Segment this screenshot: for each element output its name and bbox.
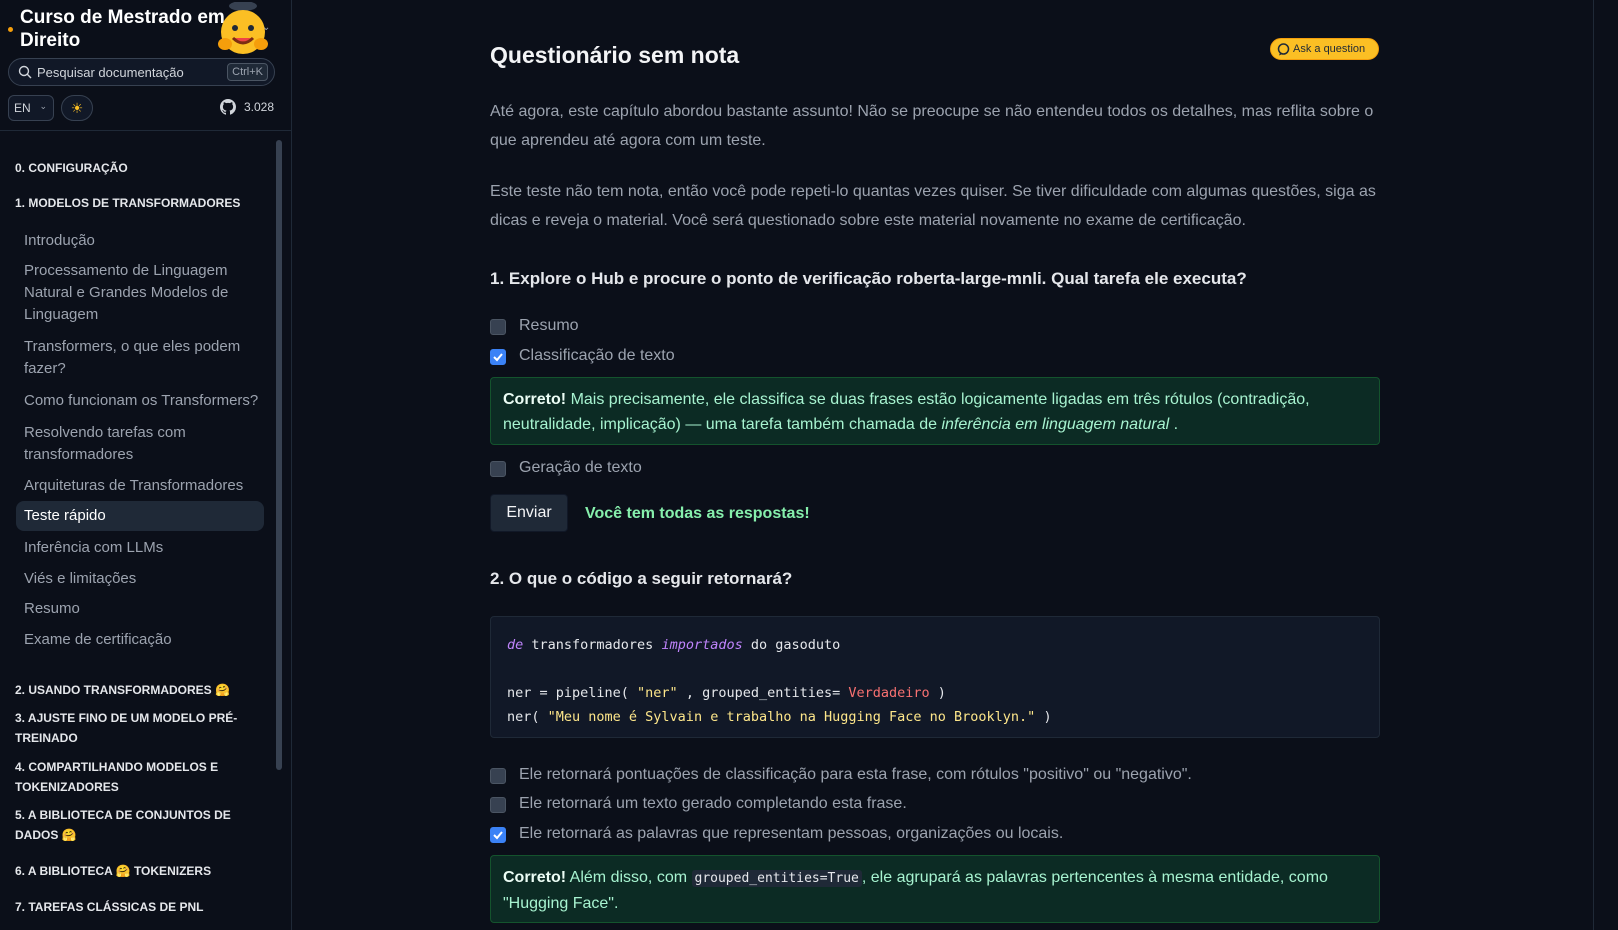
option-label: Ele retornará um texto gerado completand… xyxy=(519,795,907,812)
sidebar-item-exame[interactable]: Exame de certificação xyxy=(24,629,259,651)
sidebar-section-6[interactable]: 6. A BIBLIOTECA 🤗 TOKENIZERS xyxy=(15,861,260,881)
search-shortcut: Ctrl+K xyxy=(227,63,268,81)
q1-feedback-correct: Correto! Mais precisamente, ele classifi… xyxy=(490,377,1380,445)
feedback-label: Correto! xyxy=(503,391,567,408)
submit-button[interactable]: Enviar xyxy=(490,494,568,532)
sidebar-item-nlp-llm[interactable]: Processamento de Linguagem Natural e Gra… xyxy=(24,260,259,326)
sidebar-item-inferencia[interactable]: Inferência com LLMs xyxy=(24,537,259,559)
page-scrollbar[interactable] xyxy=(1593,0,1594,930)
sidebar-section-7[interactable]: 7. TAREFAS CLÁSSICAS DE PNL xyxy=(15,897,260,917)
divider xyxy=(0,130,292,131)
option-label: Ele retornará pontuações de classificaçã… xyxy=(519,766,1192,783)
question-1: 1. Explore o Hub e procure o ponto de ve… xyxy=(490,269,1247,288)
result-message: Você tem todas as respostas! xyxy=(585,505,810,522)
search-icon xyxy=(18,65,32,79)
sidebar-item-introducao[interactable]: Introdução xyxy=(24,230,259,252)
sidebar-item-transformers-o-que[interactable]: Transformers, o que eles podem fazer? xyxy=(24,336,259,380)
page-title: Questionário sem nota xyxy=(490,42,740,68)
github-icon[interactable] xyxy=(220,99,236,115)
code-block: de transformadores importados do gasodut… xyxy=(490,616,1380,738)
sidebar-section-5[interactable]: 5. A BIBLIOTECA DE CONJUNTOS DE DADOS 🤗 xyxy=(15,805,260,845)
sidebar: Curso de Mestrado em Direito ⌄ Pesquisar… xyxy=(0,0,292,930)
sidebar-item-vies[interactable]: Viés e limitações xyxy=(24,568,259,590)
q2-option-1[interactable]: Ele retornará pontuações de classificaçã… xyxy=(490,766,1380,788)
sidebar-item-arquiteturas[interactable]: Arquiteturas de Transformadores xyxy=(24,475,259,497)
feedback-code: grouped_entities=True xyxy=(691,870,862,887)
feedback-end: . xyxy=(1173,416,1179,433)
intro-paragraph-1: Até agora, este capítulo abordou bastant… xyxy=(490,103,1374,149)
chevron-down-icon: ⌄ xyxy=(39,101,47,111)
code-text: ) xyxy=(929,685,946,701)
brand-title[interactable]: Curso de Mestrado em Direito xyxy=(20,6,225,52)
code-string: "Meu nome é Sylvain e trabalho na Huggin… xyxy=(547,709,1036,725)
sidebar-scrollbar[interactable] xyxy=(276,140,282,770)
feedback-emphasis: inferência em linguagem natural xyxy=(941,416,1170,433)
sidebar-section-0[interactable]: 0. CONFIGURAÇÃO xyxy=(15,158,260,178)
code-text: transformadores xyxy=(523,637,662,653)
sidebar-item-resolvendo-tarefas[interactable]: Resolvendo tarefas com transformadores xyxy=(24,422,259,466)
q2-option-3[interactable]: Ele retornará as palavras que representa… xyxy=(490,825,1380,847)
code-keyword: importados xyxy=(661,637,743,653)
option-label: Ele retornará as palavras que representa… xyxy=(519,825,1064,842)
q2-feedback-correct: Correto! Além disso, com grouped_entitie… xyxy=(490,855,1380,923)
checkbox[interactable] xyxy=(490,319,506,335)
language-label: EN xyxy=(14,101,31,115)
code-boolean: Verdadeiro xyxy=(848,685,930,701)
sidebar-item-como-funcionam[interactable]: Como funcionam os Transformers? xyxy=(24,390,259,412)
theme-toggle-sun-icon[interactable]: ☀ xyxy=(61,95,93,121)
q1-option-1[interactable]: Resumo xyxy=(490,317,1380,339)
code-text: do gasoduto xyxy=(742,637,841,653)
option-label: Resumo xyxy=(519,317,579,334)
q1-option-3[interactable]: Geração de texto xyxy=(490,459,1380,481)
feedback-text: Mais precisamente, ele classifica se dua… xyxy=(503,391,1310,433)
chat-bubble-icon xyxy=(1277,43,1290,56)
search-input[interactable]: Pesquisar documentação Ctrl+K xyxy=(8,58,275,86)
language-select[interactable]: EN ⌄ xyxy=(8,95,54,121)
github-star-count: 3.028 xyxy=(244,100,275,114)
sidebar-section-4[interactable]: 4. COMPARTILHANDO MODELOS E TOKENIZADORE… xyxy=(15,757,260,797)
intro-paragraph-2: Este teste não tem nota, então você pode… xyxy=(490,183,1376,229)
brand[interactable]: Curso de Mestrado em Direito ⌄ xyxy=(8,1,280,54)
code-text: ner = pipeline( xyxy=(507,685,638,701)
code-keyword: de xyxy=(507,637,524,653)
feedback-label: Correto! xyxy=(503,869,567,886)
ask-question-label: Ask a question xyxy=(1293,43,1366,55)
option-label: Geração de texto xyxy=(519,459,642,476)
code-text: ) xyxy=(1035,709,1052,725)
q2-option-2[interactable]: Ele retornará um texto gerado completand… xyxy=(490,795,1380,817)
code-text: ner( xyxy=(507,709,548,725)
checkbox-checked[interactable] xyxy=(490,827,506,843)
q1-option-2[interactable]: Classificação de texto xyxy=(490,347,1380,369)
checkbox[interactable] xyxy=(490,797,506,813)
checkbox[interactable] xyxy=(490,768,506,784)
chevron-down-icon[interactable]: ⌄ xyxy=(262,22,270,33)
code-string: "ner" xyxy=(637,685,678,701)
sidebar-item-teste-rapido[interactable]: Teste rápido xyxy=(16,501,264,531)
sidebar-section-2[interactable]: 2. USANDO TRANSFORMADORES 🤗 xyxy=(15,680,260,700)
ask-question-button[interactable]: Ask a question xyxy=(1270,38,1379,60)
sidebar-item-resumo[interactable]: Resumo xyxy=(24,598,259,620)
code-text: , grouped_entities= xyxy=(677,685,849,701)
feedback-text: Além disso, com xyxy=(569,869,688,886)
sidebar-section-3[interactable]: 3. AJUSTE FINO DE UM MODELO PRÉ-TREINADO xyxy=(15,708,260,748)
search-placeholder: Pesquisar documentação xyxy=(37,65,184,80)
question-2: 2. O que o código a seguir retornará? xyxy=(490,569,793,588)
option-label: Classificação de texto xyxy=(519,347,675,364)
status-dot xyxy=(8,27,13,32)
sidebar-section-1[interactable]: 1. MODELOS DE TRANSFORMADORES xyxy=(15,193,260,213)
checkbox-checked[interactable] xyxy=(490,349,506,365)
checkbox[interactable] xyxy=(490,461,506,477)
